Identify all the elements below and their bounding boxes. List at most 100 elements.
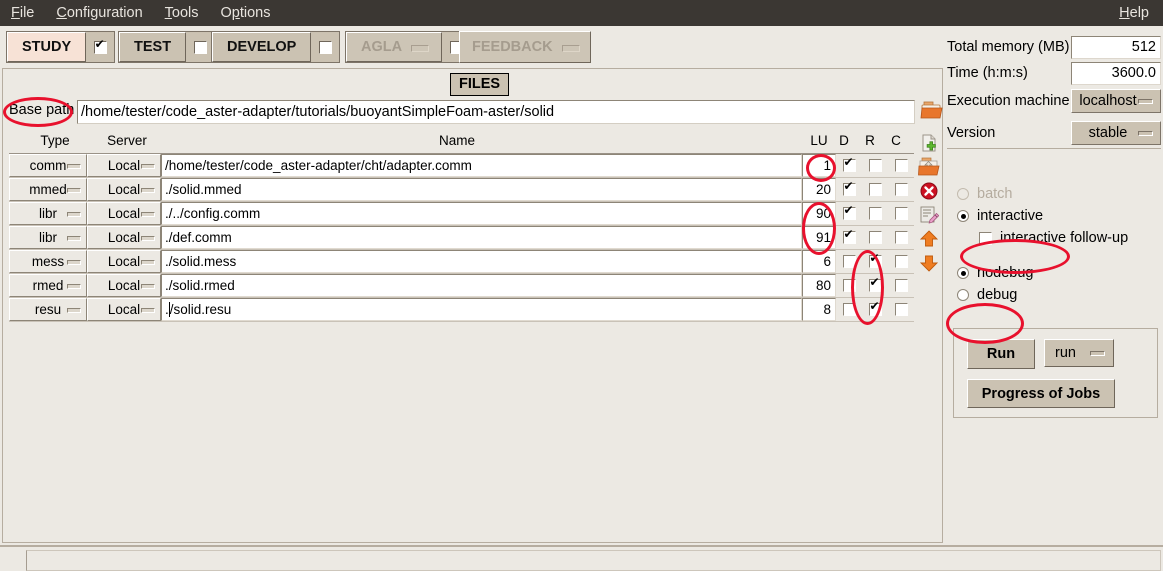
folder-icon[interactable] (920, 100, 945, 122)
add-file-icon[interactable] (916, 131, 942, 155)
table-row[interactable]: libr Local ./def.comm 91 (9, 226, 914, 250)
row-server-combo[interactable]: Local (87, 154, 161, 177)
open-folder-icon[interactable] (916, 155, 942, 179)
row-d-checkbox[interactable] (842, 204, 856, 220)
row-lu-input[interactable]: 20 (802, 178, 836, 201)
row-d-checkbox[interactable] (842, 180, 856, 196)
row-r-checkbox[interactable] (868, 300, 882, 316)
tab-develop-checkbox[interactable] (318, 40, 332, 54)
row-server-combo[interactable]: Local (87, 274, 161, 297)
version-combo[interactable]: stable (1071, 121, 1161, 145)
base-path-input[interactable]: /home/tester/code_aster-adapter/tutorial… (77, 100, 915, 124)
delete-icon[interactable] (916, 179, 942, 203)
row-c-checkbox[interactable] (894, 279, 908, 292)
tab-study-checkbox[interactable] (93, 38, 107, 54)
row-r-checkbox-cell[interactable] (862, 154, 888, 177)
row-type-combo[interactable]: libr (9, 202, 87, 225)
mode-interactive-row[interactable]: interactive (957, 205, 1157, 227)
row-r-checkbox[interactable] (868, 159, 882, 172)
row-d-checkbox[interactable] (842, 228, 856, 244)
row-type-combo[interactable]: comm (9, 154, 87, 177)
row-server-combo[interactable]: Local (87, 250, 161, 273)
edit-icon[interactable] (916, 203, 942, 227)
interactive-followup-checkbox[interactable] (979, 231, 992, 245)
row-server-combo[interactable]: Local (87, 226, 161, 249)
run-mode-combo[interactable]: run (1044, 339, 1114, 367)
row-server-combo[interactable]: Local (87, 298, 161, 321)
time-input[interactable]: 3600.0 (1071, 61, 1161, 85)
tab-study-checkbox-cell[interactable] (86, 32, 115, 62)
row-d-checkbox-cell[interactable] (836, 298, 862, 321)
row-r-checkbox[interactable] (868, 207, 882, 220)
nodebug-radio[interactable] (957, 267, 969, 279)
table-row[interactable]: resu Local ./solid.resu 8 (9, 298, 914, 322)
row-c-checkbox-cell[interactable] (888, 226, 914, 249)
row-d-checkbox[interactable] (842, 156, 856, 172)
table-row[interactable]: comm Local/home/tester/code_aster-adapter… (9, 154, 914, 178)
row-d-checkbox-cell[interactable] (836, 250, 862, 273)
interactive-followup-row[interactable]: interactive follow-up (957, 227, 1157, 249)
table-row[interactable]: rmed Local ./solid.rmed 80 (9, 274, 914, 298)
tab-develop-checkbox-cell[interactable] (311, 32, 340, 62)
row-c-checkbox[interactable] (894, 159, 908, 172)
row-lu-input[interactable]: 1 (802, 154, 836, 177)
row-r-checkbox[interactable] (868, 252, 882, 268)
menu-configuration[interactable]: Configuration (45, 0, 153, 26)
row-c-checkbox-cell[interactable] (888, 274, 914, 297)
row-name-input[interactable]: ./solid.mmed (161, 178, 802, 201)
row-lu-input[interactable]: 91 (802, 226, 836, 249)
table-row[interactable]: mmed Local ./solid.mmed 20 (9, 178, 914, 202)
row-name-input[interactable]: ./solid.resu (161, 298, 802, 321)
mode-interactive-radio[interactable] (957, 210, 969, 222)
row-c-checkbox[interactable] (894, 207, 908, 220)
row-d-checkbox[interactable] (842, 255, 856, 268)
row-type-combo[interactable]: mess (9, 250, 87, 273)
debug-radio[interactable] (957, 289, 969, 301)
row-r-checkbox-cell[interactable] (862, 250, 888, 273)
row-d-checkbox-cell[interactable] (836, 226, 862, 249)
row-server-combo[interactable]: Local (87, 178, 161, 201)
row-name-input[interactable]: ./../config.comm (161, 202, 802, 225)
row-name-input[interactable]: /home/tester/code_aster-adapter/cht/adap… (161, 154, 802, 177)
row-r-checkbox-cell[interactable] (862, 178, 888, 201)
row-c-checkbox[interactable] (894, 303, 908, 316)
row-type-combo[interactable]: rmed (9, 274, 87, 297)
run-button[interactable]: Run (967, 339, 1035, 369)
tab-test-checkbox[interactable] (193, 40, 207, 54)
tab-test[interactable]: TEST (119, 32, 187, 62)
row-c-checkbox-cell[interactable] (888, 298, 914, 321)
row-type-combo[interactable]: mmed (9, 178, 87, 201)
row-r-checkbox-cell[interactable] (862, 298, 888, 321)
row-lu-input[interactable]: 6 (802, 250, 836, 273)
move-up-icon[interactable] (916, 227, 942, 251)
menu-file[interactable]: FFileile (0, 0, 45, 26)
row-name-input[interactable]: ./solid.mess (161, 250, 802, 273)
row-lu-input[interactable]: 90 (802, 202, 836, 225)
progress-of-jobs-button[interactable]: Progress of Jobs (967, 379, 1115, 408)
row-d-checkbox-cell[interactable] (836, 274, 862, 297)
table-row[interactable]: mess Local ./solid.mess 6 (9, 250, 914, 274)
row-r-checkbox[interactable] (868, 276, 882, 292)
table-row[interactable]: libr Local ./../config.comm 90 (9, 202, 914, 226)
tab-test-checkbox-cell[interactable] (186, 32, 215, 62)
row-c-checkbox-cell[interactable] (888, 250, 914, 273)
row-r-checkbox-cell[interactable] (862, 274, 888, 297)
row-d-checkbox-cell[interactable] (836, 178, 862, 201)
menu-tools[interactable]: Tools (154, 0, 210, 26)
row-lu-input[interactable]: 80 (802, 274, 836, 297)
row-r-checkbox-cell[interactable] (862, 226, 888, 249)
row-c-checkbox-cell[interactable] (888, 178, 914, 201)
nodebug-row[interactable]: nodebug (957, 262, 1157, 284)
row-c-checkbox-cell[interactable] (888, 202, 914, 225)
row-c-checkbox[interactable] (894, 183, 908, 196)
menu-help[interactable]: Help (1108, 0, 1163, 26)
row-r-checkbox[interactable] (868, 231, 882, 244)
row-c-checkbox[interactable] (894, 255, 908, 268)
row-c-checkbox[interactable] (894, 231, 908, 244)
row-d-checkbox-cell[interactable] (836, 202, 862, 225)
row-c-checkbox-cell[interactable] (888, 154, 914, 177)
row-d-checkbox[interactable] (842, 279, 856, 292)
row-r-checkbox[interactable] (868, 183, 882, 196)
tab-develop[interactable]: DEVELOP (212, 32, 312, 62)
total-memory-input[interactable]: 512 (1071, 35, 1161, 59)
